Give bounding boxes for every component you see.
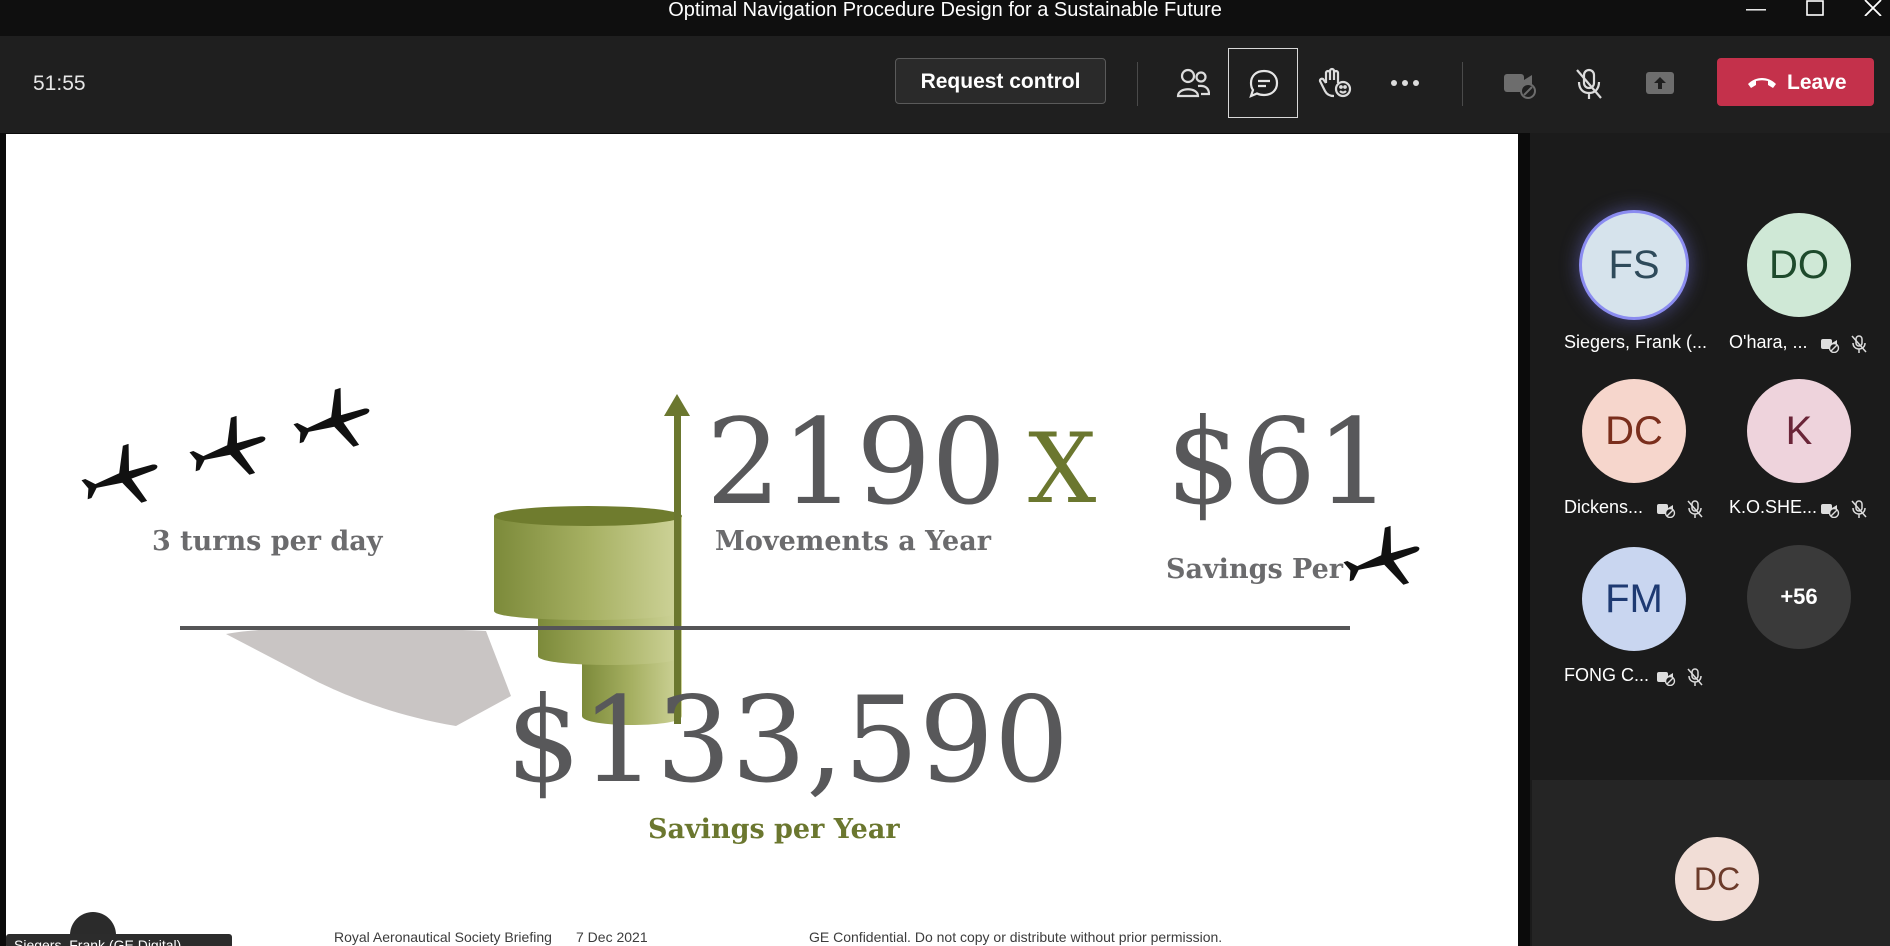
- camera-off-icon: [1821, 339, 1840, 353]
- maximize-icon[interactable]: [1800, 0, 1830, 22]
- total-savings-value: $133,590: [506, 671, 1070, 809]
- shared-slide: 3 turns per day 2190 Movements a Year X …: [6, 134, 1518, 946]
- chat-button[interactable]: [1228, 48, 1298, 118]
- total-savings-label: Savings per Year: [648, 814, 900, 845]
- window-titlebar: Optimal Navigation Procedure Design for …: [0, 0, 1890, 36]
- mic-off-icon: [1851, 335, 1867, 353]
- participant-avatar[interactable]: K: [1747, 379, 1851, 483]
- chat-icon: [1249, 69, 1279, 98]
- people-icon: [1176, 68, 1210, 98]
- more-options-button[interactable]: [1370, 48, 1440, 118]
- participant-avatar[interactable]: FS: [1582, 213, 1686, 317]
- self-view-tile: DC: [1532, 780, 1890, 946]
- reactions-button[interactable]: [1299, 48, 1369, 118]
- more-icon: [1391, 80, 1419, 86]
- savings-label: Savings Per: [1166, 554, 1344, 585]
- participant-avatar[interactable]: FM: [1582, 547, 1686, 651]
- camera-off-icon: [1821, 504, 1840, 518]
- movements-value: 2190: [706, 393, 1007, 531]
- more-participants-button[interactable]: +56: [1747, 545, 1851, 649]
- request-control-button[interactable]: Request control: [895, 58, 1106, 104]
- movements-label: Movements a Year: [715, 526, 991, 557]
- mic-off-icon: [1687, 500, 1703, 518]
- microphone-button[interactable]: [1554, 48, 1624, 118]
- meeting-timer: 51:55: [33, 72, 86, 95]
- phone-hangup-icon: [1748, 78, 1776, 88]
- airplane-icon: [1338, 519, 1428, 601]
- self-avatar: DC: [1675, 837, 1759, 921]
- camera-off-icon: [1657, 504, 1676, 518]
- camera-button[interactable]: [1483, 48, 1553, 118]
- footer-event: Royal Aeronautical Society Briefing: [334, 929, 552, 945]
- divider-line: [180, 626, 1350, 630]
- share-button[interactable]: [1625, 48, 1695, 118]
- share-screen-icon: [1646, 72, 1674, 94]
- toolbar-divider: [1462, 62, 1463, 106]
- participant-name: FONG C...: [1564, 665, 1649, 685]
- camera-off-icon: [1504, 74, 1536, 99]
- airplane-icon: [76, 437, 167, 516]
- leave-label: Leave: [1787, 71, 1847, 94]
- meeting-toolbar: 51:55 Request control Leave: [0, 36, 1890, 133]
- participant-avatar[interactable]: DO: [1747, 213, 1851, 317]
- mic-off-icon: [1851, 500, 1867, 518]
- people-button[interactable]: [1157, 48, 1227, 118]
- turns-label: 3 turns per day: [152, 526, 383, 557]
- multiply-sign: X: [1028, 413, 1097, 525]
- footer-date: 7 Dec 2021: [576, 929, 648, 945]
- close-icon[interactable]: [1858, 0, 1888, 22]
- participant-avatar[interactable]: DC: [1582, 379, 1686, 483]
- presenter-name-label: Siegers, Frank (GE Digital): [6, 934, 232, 946]
- participant-name: O'hara, ...: [1729, 332, 1808, 352]
- mic-off-icon: [1576, 68, 1602, 99]
- window-title: Optimal Navigation Procedure Design for …: [668, 0, 1222, 21]
- participant-name: Dickens...: [1564, 497, 1644, 517]
- footer-confidential: GE Confidential. Do not copy or distribu…: [809, 929, 1223, 945]
- savings-value: $61: [1166, 393, 1392, 531]
- toolbar-divider: [1137, 62, 1138, 106]
- camera-off-icon: [1657, 672, 1676, 686]
- participant-name: Siegers, Frank (...: [1564, 332, 1708, 352]
- mic-off-icon: [1687, 668, 1703, 686]
- minimize-icon[interactable]: —: [1741, 0, 1771, 22]
- participant-name: K.O.SHE...: [1729, 497, 1818, 517]
- leave-button[interactable]: Leave: [1717, 58, 1874, 106]
- raise-hand-icon: [1318, 67, 1352, 98]
